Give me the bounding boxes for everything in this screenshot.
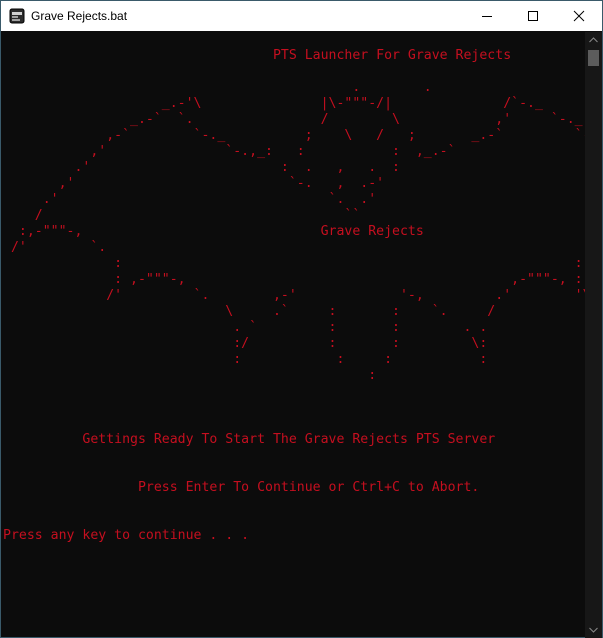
minimize-icon	[482, 16, 492, 17]
close-icon	[573, 10, 585, 22]
console-line: / `` \	[34, 208, 361, 223]
scrollbar-thumb[interactable]	[588, 50, 599, 66]
title-bar[interactable]: Grave Rejects.bat	[1, 1, 602, 31]
console-line: PTS Launcher For Grave Rejects	[3, 48, 512, 63]
maximize-button[interactable]	[510, 1, 556, 31]
console-line: . .	[3, 80, 432, 95]
console-line: . ` : : . .	[3, 320, 488, 335]
close-button[interactable]	[556, 1, 602, 31]
minimize-button[interactable]	[464, 1, 510, 31]
window-controls	[464, 1, 602, 31]
console-line: : :	[3, 256, 583, 271]
console-line: Press any key to continue . . .	[3, 528, 250, 543]
console-output-area[interactable]: PTS Launcher For Grave Rejects . . _.-'\…	[1, 32, 585, 638]
console-line: /' `. ,-' '-, .' '\	[3, 288, 585, 303]
console-line: : ,-"""-, ,-"""-, :	[3, 272, 583, 287]
console-line: _.-'\ |\-"""-/| /`-._	[3, 96, 543, 111]
console-text: PTS Launcher For Grave Rejects . . _.-'\…	[3, 48, 585, 544]
chevron-up-icon	[589, 37, 598, 43]
maximize-icon	[528, 11, 538, 21]
console-line: ,-` `-._ ; \ / ; _.-` `-.	[3, 128, 585, 143]
console-line: _.-` `. / \ ,' `-._	[3, 112, 583, 127]
scroll-down-button[interactable]	[585, 622, 602, 638]
console-line: ,' `-.,_: : : ,_.-` `.	[3, 144, 585, 159]
console-line: :,-"""-, Grave Rejects ,-"""-,;	[18, 224, 424, 239]
console-line: :	[3, 368, 377, 383]
console-line: ,' `-. , .-' `.	[3, 176, 585, 191]
console-line: :/ : : \:	[3, 336, 488, 351]
console-line: \ .` : : `. /	[3, 304, 496, 319]
console-line: /' `. .' '\	[10, 240, 107, 255]
window-title: Grave Rejects.bat	[31, 9, 128, 23]
vertical-scrollbar[interactable]	[585, 32, 602, 638]
console-line: Gettings Ready To Start The Grave Reject…	[3, 432, 496, 447]
console-line: .' : . , . : `.	[3, 160, 585, 175]
chevron-down-icon	[589, 627, 598, 633]
scroll-up-button[interactable]	[585, 32, 602, 48]
batch-file-icon	[9, 8, 25, 24]
console-line: : : : :	[3, 352, 488, 367]
console-line: .' `. .' \	[42, 192, 377, 207]
console-window: Grave Rejects.bat PTS Launcher For Grave…	[0, 0, 603, 638]
console-line: Press Enter To Continue or Ctrl+C to Abo…	[3, 480, 480, 495]
